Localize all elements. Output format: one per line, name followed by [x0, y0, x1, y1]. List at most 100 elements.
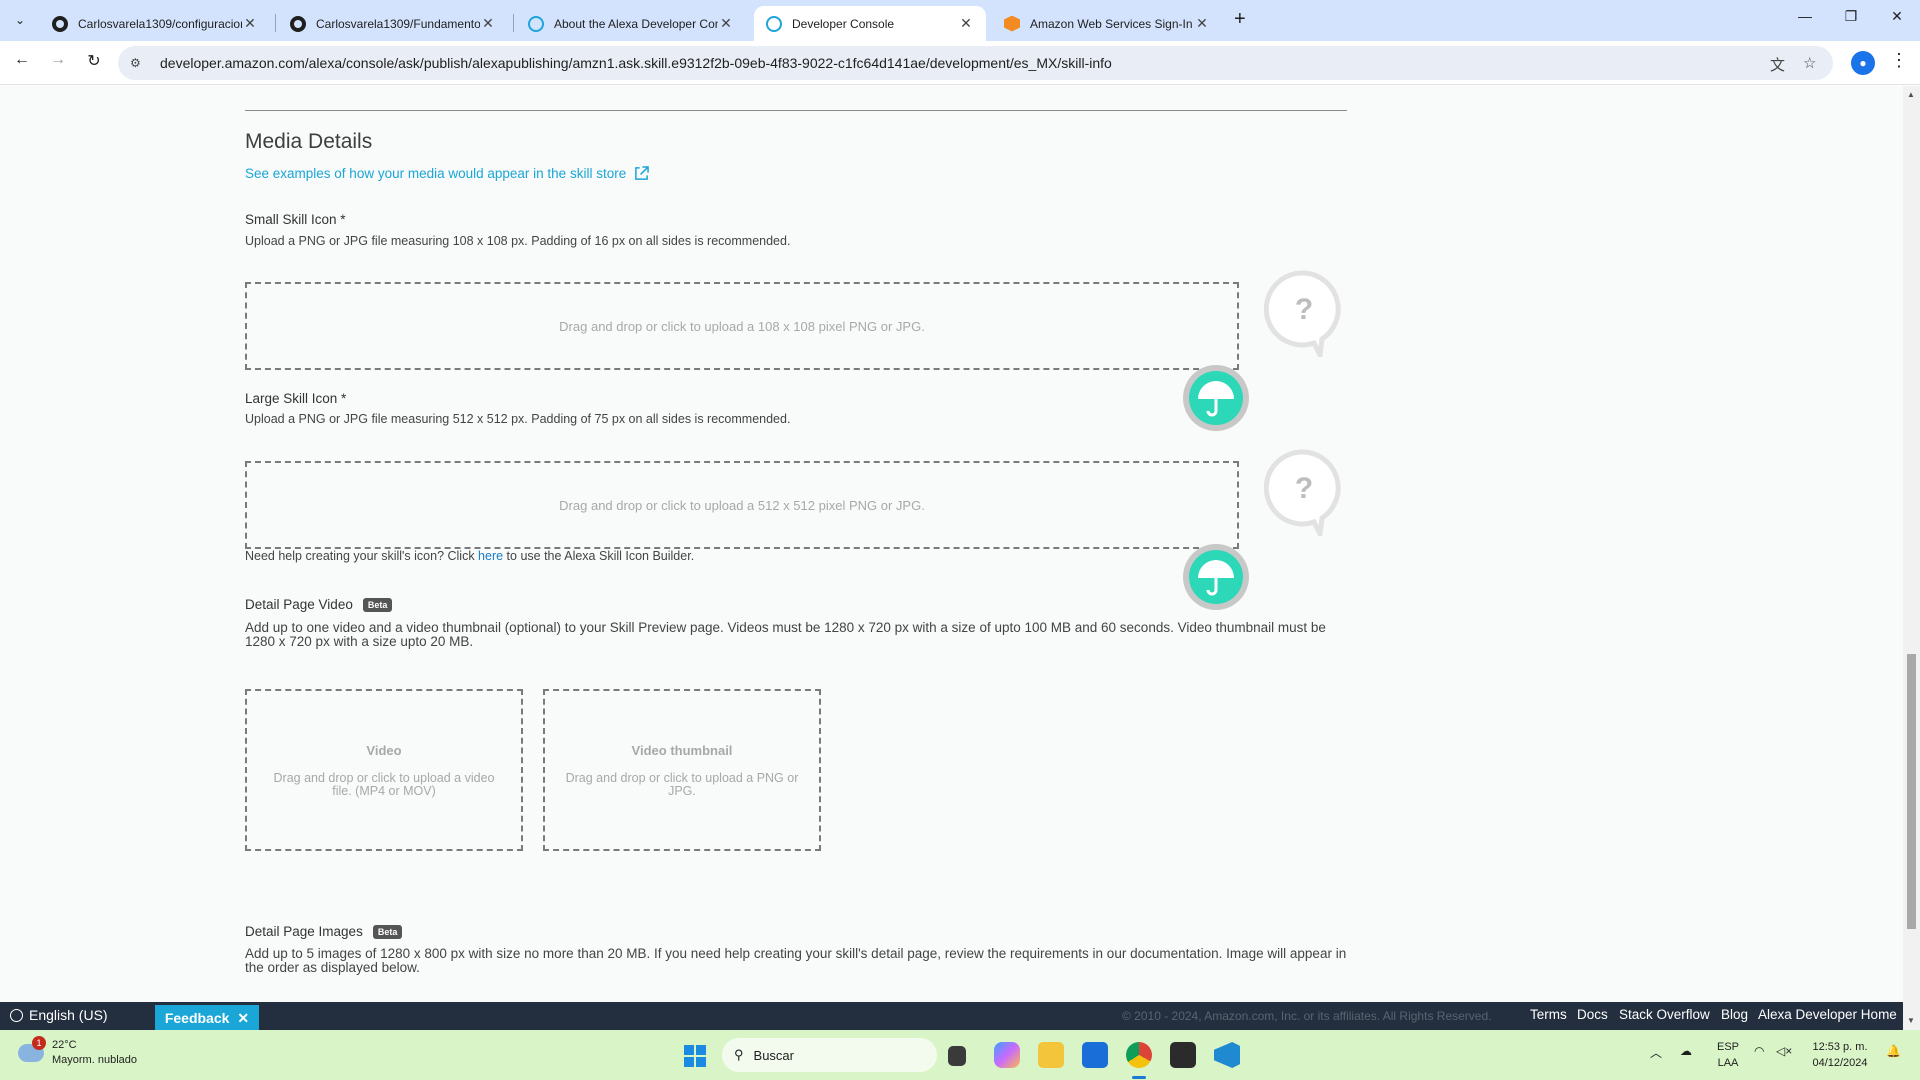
video-dropzone-text: Drag and drop or click to upload a video…: [273, 770, 495, 798]
wifi-icon[interactable]: ◠: [1754, 1044, 1764, 1058]
close-tab-icon[interactable]: ✕: [1194, 15, 1210, 32]
tray-overflow-chevron-icon[interactable]: ︿: [1650, 1044, 1662, 1061]
language-label: English (US): [29, 1007, 108, 1023]
large-icon-help: Upload a PNG or JPG file measuring 512 x…: [245, 412, 791, 426]
tab-search-chevron-icon[interactable]: ⌄: [8, 8, 32, 32]
translate-icon[interactable]: 文: [1770, 54, 1785, 75]
media-examples-link-text[interactable]: See examples of how your media would app…: [245, 166, 626, 181]
tab-title: About the Alexa Developer Con: [554, 16, 718, 31]
bookmark-star-icon[interactable]: ☆: [1803, 54, 1816, 72]
tab-title: Carlosvarela1309/configuracion: [78, 16, 242, 31]
input-language-bottom: LAA: [1717, 1057, 1739, 1069]
input-language-indicator[interactable]: ESP LAA: [1708, 1039, 1748, 1071]
restore-icon[interactable]: ❐: [1828, 8, 1874, 25]
tab-separator: [275, 14, 276, 32]
video-dropzone[interactable]: Video Drag and drop or click to upload a…: [245, 689, 523, 851]
page-scrollbar[interactable]: ▲ ▼: [1903, 86, 1920, 1030]
detail-video-help: Add up to one video and a video thumbnai…: [245, 620, 1326, 649]
scrollbar-thumb[interactable]: [1907, 654, 1916, 929]
close-tab-icon[interactable]: ✕: [958, 15, 974, 32]
video-thumbnail-dropzone-title: Video thumbnail: [631, 742, 733, 758]
taskbar-search-text: Buscar: [753, 1047, 794, 1063]
clock-date: 04/12/2024: [1812, 1057, 1868, 1069]
icon-builder-prefix: Need help creating your skill's icon? Cl…: [245, 549, 479, 563]
tab-title: Developer Console: [792, 16, 895, 31]
video-thumbnail-dropzone-text: Drag and drop or click to upload a PNG o…: [565, 770, 799, 798]
weather-widget[interactable]: 1 22°C Mayorm. nublado: [18, 1036, 137, 1068]
large-icon-dropzone-text: Drag and drop or click to upload a 512 x…: [559, 497, 925, 513]
browser-toolbar: ← → ↻ ⚙ developer.amazon.com/alexa/conso…: [0, 41, 1920, 85]
close-tab-icon[interactable]: ✕: [718, 15, 734, 32]
language-selector[interactable]: English (US): [10, 1007, 108, 1023]
footer-link-blog[interactable]: Blog: [1721, 1007, 1748, 1022]
profile-avatar-icon[interactable]: ●: [1851, 51, 1875, 75]
large-icon-dropzone[interactable]: Drag and drop or click to upload a 512 x…: [245, 461, 1239, 549]
footer-link-terms[interactable]: Terms: [1530, 1007, 1567, 1022]
video-dropzone-title: Video: [366, 742, 402, 758]
browser-tab[interactable]: Carlosvarela1309/configuracion ✕: [40, 6, 270, 41]
svg-text:?: ?: [1295, 472, 1313, 505]
media-examples-link[interactable]: See examples of how your media would app…: [245, 166, 650, 181]
terminal-icon[interactable]: [1170, 1042, 1196, 1068]
icon-builder-suffix: to use the Alexa Skill Icon Builder.: [503, 549, 695, 563]
beta-badge: Beta: [362, 598, 393, 613]
alexa-icon: [766, 15, 782, 32]
back-arrow-icon[interactable]: ←: [10, 51, 34, 69]
close-window-icon[interactable]: ✕: [1874, 8, 1920, 25]
placeholder-question-icon: ?: [1264, 449, 1341, 536]
file-explorer-icon[interactable]: [1038, 1042, 1064, 1068]
footer-link-docs[interactable]: Docs: [1577, 1007, 1608, 1022]
scroll-down-arrow-icon[interactable]: ▼: [1907, 1016, 1915, 1025]
small-icon-help: Upload a PNG or JPG file measuring 108 x…: [245, 234, 791, 248]
browser-tab-active[interactable]: Developer Console ✕: [754, 6, 986, 41]
beta-badge: Beta: [372, 925, 403, 940]
new-tab-button[interactable]: +: [1234, 8, 1246, 31]
browser-menu-icon[interactable]: ⋮: [1890, 50, 1908, 71]
close-tab-icon[interactable]: ✕: [242, 15, 258, 32]
close-tab-icon[interactable]: ✕: [480, 15, 496, 32]
footer-link-alexa-developer-home[interactable]: Alexa Developer Home: [1758, 1007, 1897, 1022]
github-icon: [52, 15, 68, 32]
tab-title: Amazon Web Services Sign-In: [1030, 16, 1193, 31]
task-view-icon[interactable]: [948, 1046, 966, 1066]
forward-arrow-icon[interactable]: →: [46, 51, 70, 69]
taskbar-search[interactable]: ⚲ Buscar: [722, 1038, 937, 1072]
icon-builder-help: Need help creating your skill's icon? Cl…: [245, 549, 694, 563]
reload-icon[interactable]: ↻: [82, 51, 106, 71]
browser-tab-strip: ⌄ Carlosvarela1309/configuracion ✕ Carlo…: [0, 0, 1920, 41]
skill-icon-preview: [1183, 365, 1249, 431]
temperature: 22°C: [52, 1039, 77, 1051]
browser-tab[interactable]: Amazon Web Services Sign-In ✕: [992, 6, 1222, 41]
active-app-indicator: [1132, 1076, 1146, 1079]
minimize-icon[interactable]: —: [1782, 8, 1828, 24]
copilot-icon[interactable]: [994, 1042, 1020, 1068]
site-info-icon[interactable]: ⚙: [130, 56, 150, 70]
globe-icon: [10, 1008, 23, 1022]
feedback-label: Feedback: [164, 1010, 230, 1026]
tab-separator: [513, 14, 514, 32]
url-text[interactable]: developer.amazon.com/alexa/console/ask/p…: [160, 55, 1112, 71]
svg-text:?: ?: [1295, 293, 1313, 326]
volume-muted-icon[interactable]: ◁×: [1776, 1044, 1792, 1058]
windows-start-icon[interactable]: [684, 1045, 706, 1067]
notification-badge: 1: [32, 1036, 46, 1050]
vscode-icon[interactable]: [1214, 1042, 1240, 1068]
scroll-up-arrow-icon[interactable]: ▲: [1907, 90, 1915, 99]
microsoft-store-icon[interactable]: [1082, 1042, 1108, 1068]
onedrive-icon[interactable]: ☁: [1680, 1044, 1692, 1058]
browser-tab[interactable]: About the Alexa Developer Con ✕: [516, 6, 746, 41]
close-feedback-icon[interactable]: ✕: [237, 1010, 249, 1027]
small-icon-label: Small Skill Icon *: [245, 212, 346, 227]
external-link-icon: [635, 166, 650, 180]
clock[interactable]: 12:53 p. m. 04/12/2024: [1800, 1039, 1880, 1071]
placeholder-question-icon: ?: [1264, 270, 1341, 357]
feedback-button[interactable]: Feedback ✕: [155, 1005, 259, 1031]
chrome-icon[interactable]: [1126, 1042, 1152, 1068]
video-thumbnail-dropzone[interactable]: Video thumbnail Drag and drop or click t…: [543, 689, 821, 851]
notifications-bell-icon[interactable]: 🔔: [1886, 1044, 1901, 1058]
address-bar[interactable]: ⚙ developer.amazon.com/alexa/console/ask…: [118, 46, 1833, 80]
small-icon-dropzone[interactable]: Drag and drop or click to upload a 108 x…: [245, 282, 1239, 370]
icon-builder-link[interactable]: here: [478, 549, 503, 563]
footer-link-stack-overflow[interactable]: Stack Overflow: [1619, 1007, 1710, 1022]
browser-tab[interactable]: Carlosvarela1309/Fundamentos ✕: [278, 6, 508, 41]
